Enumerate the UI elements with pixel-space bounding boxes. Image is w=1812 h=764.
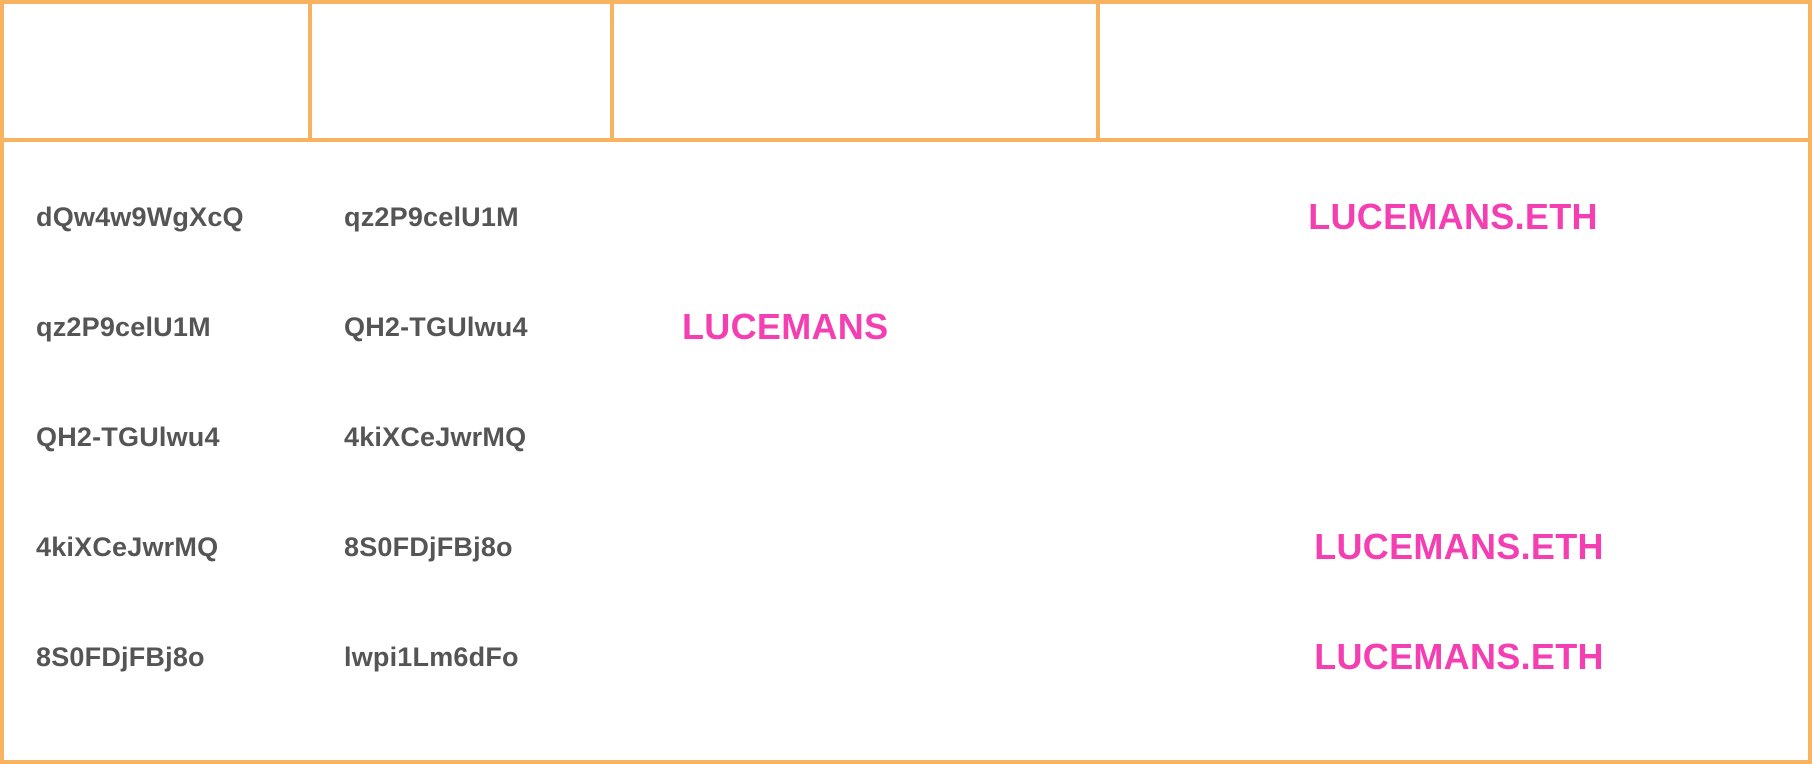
header-cell-4 xyxy=(1100,0,1812,142)
video-id-cell: 8S0FDjFBj8o xyxy=(36,641,205,672)
tag-cell: LUCEMANS.ETH xyxy=(1314,636,1604,677)
table-row: QH2-TGUlwu4 4kiXCeJwrMQ xyxy=(0,382,1812,492)
video-id-cell: dQw4w9WgXcQ xyxy=(36,201,244,232)
tag-cell: LUCEMANS.ETH xyxy=(1308,196,1598,237)
header-cell-1 xyxy=(0,0,312,142)
video-id-cell: 4kiXCeJwrMQ xyxy=(344,421,527,452)
table-row: 4kiXCeJwrMQ 8S0FDjFBj8o LUCEMANS.ETH xyxy=(0,492,1812,602)
header-cell-3 xyxy=(614,0,1100,142)
video-id-cell: 8S0FDjFBj8o xyxy=(344,531,513,562)
tag-cell: LUCEMANS.ETH xyxy=(1314,526,1604,567)
table-header-row xyxy=(0,0,1812,142)
video-id-cell: qz2P9celU1M xyxy=(344,201,519,232)
header-cell-2 xyxy=(312,0,614,142)
table-row: qz2P9celU1M QH2-TGUlwu4 LUCEMANS xyxy=(0,272,1812,382)
video-id-cell: qz2P9celU1M xyxy=(36,311,211,342)
table-row: 8S0FDjFBj8o lwpi1Lm6dFo LUCEMANS.ETH xyxy=(0,602,1812,712)
tag-cell: LUCEMANS xyxy=(682,306,889,347)
video-id-cell: lwpi1Lm6dFo xyxy=(344,641,519,672)
video-id-cell: 4kiXCeJwrMQ xyxy=(36,531,219,562)
video-id-cell: QH2-TGUlwu4 xyxy=(344,311,528,342)
table-row: dQw4w9WgXcQ qz2P9celU1M LUCEMANS.ETH xyxy=(0,162,1812,272)
video-id-cell: QH2-TGUlwu4 xyxy=(36,421,220,452)
